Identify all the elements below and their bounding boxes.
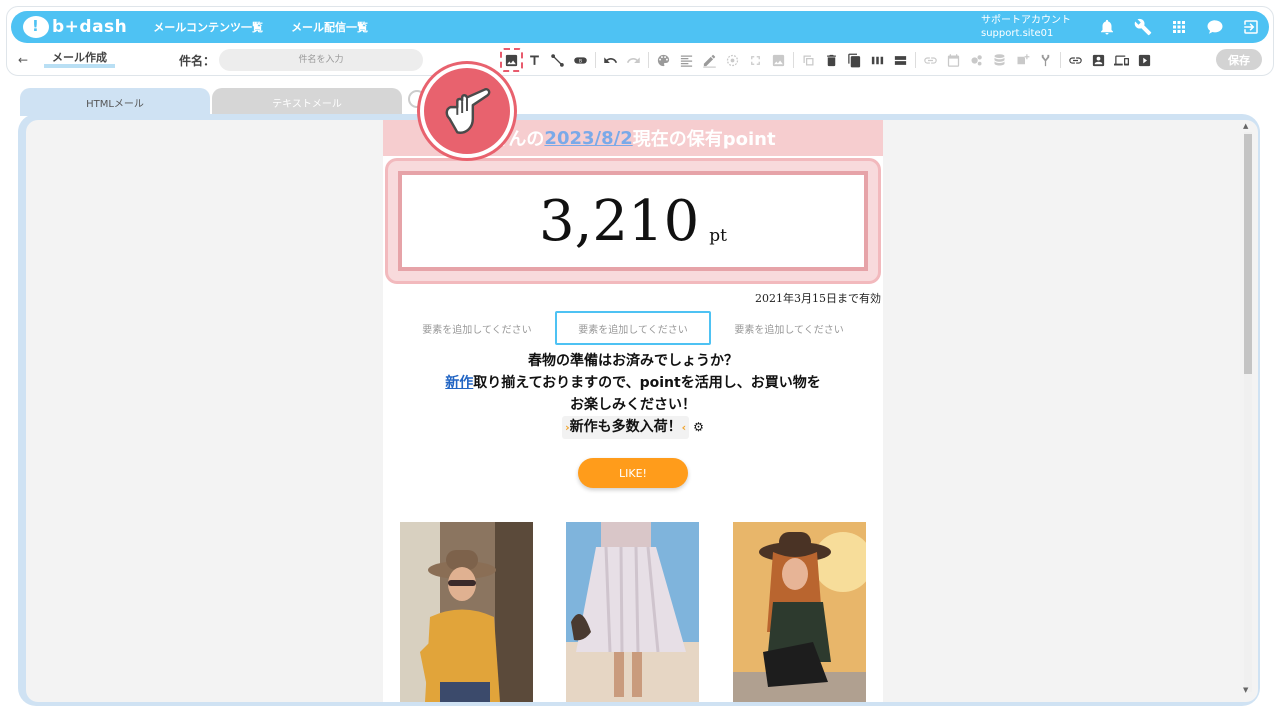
scroll-thumb[interactable] — [1244, 134, 1252, 374]
expiry-note: 2021年3月15日まで有効 — [755, 292, 881, 305]
add-block-icon[interactable] — [1011, 48, 1034, 72]
pen-icon[interactable] — [698, 48, 721, 72]
toolbar-separator — [793, 52, 794, 68]
logo-text: b+dash — [52, 17, 128, 37]
canvas-scrollbar[interactable]: ▲ ▼ — [1240, 120, 1254, 700]
add-element-row: 要素を追加してください 要素を追加してください 要素を追加してください — [383, 310, 883, 346]
play-video-icon[interactable] — [1133, 48, 1156, 72]
contact-card-icon[interactable] — [1087, 48, 1110, 72]
nav-mail-delivery-list[interactable]: メール配信一覧 — [291, 19, 368, 35]
image-settings-icon[interactable] — [767, 48, 790, 72]
scroll-up-arrow-icon[interactable]: ▲ — [1243, 122, 1248, 130]
point-value: 3,210 — [538, 188, 700, 254]
target-icon[interactable] — [721, 48, 744, 72]
email-header-suffix: 現在の保有point — [632, 129, 776, 150]
add-element-slot-right[interactable]: 要素を追加してください — [711, 311, 867, 345]
pointing-hand-icon — [420, 64, 514, 158]
product-photo-1[interactable] — [400, 522, 533, 702]
page-title: メール作成 — [44, 52, 115, 68]
point-unit: pt — [709, 226, 728, 246]
duplicate-icon[interactable] — [843, 48, 866, 72]
photo-woman-hat-plaid — [733, 522, 866, 702]
product-photo-2[interactable] — [566, 522, 699, 702]
calendar-icon[interactable] — [942, 48, 965, 72]
toolbar-separator — [648, 52, 649, 68]
like-button[interactable]: LIKE! — [578, 458, 688, 488]
email-preview: さんの 2023/8/2 現在の保有point 3,210 pt 2021年3月15… — [383, 120, 883, 702]
logout-icon[interactable] — [1240, 16, 1262, 38]
scroll-down-arrow-icon[interactable]: ▼ — [1243, 686, 1248, 694]
database-icon[interactable] — [988, 48, 1011, 72]
bell-icon[interactable] — [1096, 16, 1118, 38]
chat-icon[interactable] — [1204, 16, 1226, 38]
image-insert-icon[interactable] — [500, 48, 523, 72]
tool-icons: B — [500, 47, 1156, 73]
undo-icon[interactable] — [599, 48, 622, 72]
promo-message[interactable]: 春物の準備はお済みでしょうか？ 新作取り揃えておりますので、pointを活用し、… — [383, 350, 883, 439]
settings-gears-icon[interactable] — [965, 48, 988, 72]
promo-line-4: ›新作も多数入荷！‹ ⚙ — [383, 416, 883, 439]
add-element-slot-center[interactable]: 要素を追加してください — [554, 311, 712, 345]
toolbar-separator — [915, 52, 916, 68]
account-info[interactable]: サポートアカウント support.site01 — [981, 14, 1071, 40]
promo-line-2: 新作取り揃えておりますので、pointを活用し、お買い物を — [383, 372, 883, 394]
toolbar-separator — [1060, 52, 1061, 68]
subject-input[interactable] — [219, 49, 424, 71]
tab-html-mail[interactable]: HTMLメール — [20, 88, 210, 116]
promo-line-3: お楽しみください！ — [570, 397, 696, 413]
tab-text-mail[interactable]: テキストメール — [212, 88, 402, 116]
columns-icon[interactable] — [866, 48, 889, 72]
subject-label: 件名： — [179, 53, 216, 68]
branch-icon[interactable] — [1034, 48, 1057, 72]
toolbar-separator — [595, 52, 596, 68]
email-header-date-link[interactable]: 2023/8/2 — [544, 128, 632, 149]
logo[interactable]: b+dash — [23, 16, 127, 38]
top-navigation-bar: b+dash メールコンテンツ一覧 メール配信一覧 サポートアカウント supp… — [11, 11, 1269, 43]
point-box: 3,210 pt — [398, 171, 868, 271]
logo-mark-icon — [23, 16, 49, 38]
link-icon[interactable] — [919, 48, 942, 72]
divider-line-icon[interactable] — [546, 48, 569, 72]
back-arrow-icon[interactable]: ← — [18, 53, 38, 67]
link-settings-icon[interactable] — [1064, 48, 1087, 72]
app-root: b+dash メールコンテンツ一覧 メール配信一覧 サポートアカウント supp… — [0, 0, 1280, 720]
trash-icon[interactable] — [820, 48, 843, 72]
button-icon[interactable]: B — [569, 48, 592, 72]
editor-toolbar: ← メール作成 件名： B — [18, 47, 1268, 73]
gear-icon[interactable]: ⚙ — [693, 416, 704, 438]
promo-tag-text: 新作も多数入荷！ — [569, 419, 682, 435]
text-icon[interactable] — [523, 48, 546, 72]
rows-icon[interactable] — [889, 48, 912, 72]
align-icon[interactable] — [675, 48, 698, 72]
product-photo-3[interactable] — [733, 522, 866, 702]
redo-icon[interactable] — [622, 48, 645, 72]
promo-line-2-rest: 取り揃えておりますので、pointを活用し、お買い物を — [473, 375, 821, 391]
nav-mail-content-list[interactable]: メールコンテンツ一覧 — [153, 19, 263, 35]
photo-woman-yellow-top — [400, 522, 533, 702]
promo-line-1: 春物の準備はお済みでしょうか？ — [528, 353, 738, 369]
fullscreen-icon[interactable] — [744, 48, 767, 72]
promo-tag[interactable]: ›新作も多数入荷！‹ — [562, 416, 690, 439]
account-id: support.site01 — [981, 28, 1054, 39]
grid-icon[interactable] — [1168, 16, 1190, 38]
account-name: サポートアカウント — [981, 15, 1071, 26]
tag-close-mark: ‹ — [681, 421, 687, 434]
svg-text:B: B — [579, 58, 582, 64]
devices-icon[interactable] — [1110, 48, 1133, 72]
add-element-slot-left[interactable]: 要素を追加してください — [399, 311, 555, 345]
photo-pleated-skirt — [566, 522, 699, 702]
wrench-icon[interactable] — [1132, 16, 1154, 38]
save-button[interactable]: 保存 — [1216, 49, 1262, 70]
new-items-link[interactable]: 新作 — [445, 375, 473, 391]
point-box-selected[interactable]: 3,210 pt — [385, 158, 881, 284]
palette-icon[interactable] — [652, 48, 675, 72]
copy-block-icon[interactable] — [797, 48, 820, 72]
